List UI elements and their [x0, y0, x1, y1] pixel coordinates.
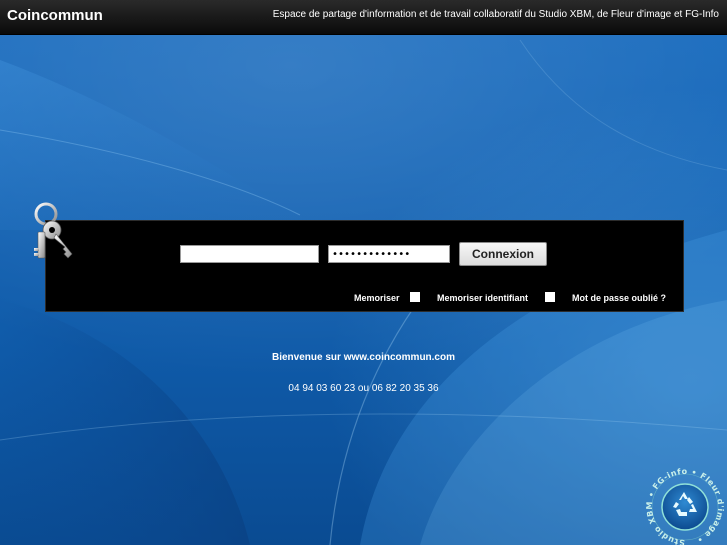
- phone-text: 04 94 03 60 23 ou 06 82 20 35 36: [288, 383, 439, 394]
- site-title[interactable]: Coincommun: [7, 7, 103, 24]
- remember-label: Memoriser: [354, 293, 400, 303]
- connexion-button[interactable]: Connexion: [459, 242, 547, 266]
- keys-icon: [34, 202, 73, 259]
- password-input[interactable]: [328, 245, 450, 263]
- remember-checkbox[interactable]: [410, 292, 420, 302]
- remember-id-label: Memoriser identifiant: [437, 293, 529, 303]
- remember-id-checkbox[interactable]: [545, 292, 555, 302]
- login-panel: Connexion Memoriser Memoriser identifian…: [45, 220, 684, 312]
- header-bar: Coincommun Espace de partage d'informati…: [0, 0, 727, 35]
- username-input[interactable]: [180, 245, 319, 263]
- site-tagline: Espace de partage d'information et de tr…: [272, 9, 719, 20]
- forgot-password-link[interactable]: Mot de passe oublié ?: [572, 293, 666, 303]
- studio-logo: Studio XBM • FG-info • Fleur d'image •: [646, 467, 724, 545]
- welcome-text: Bienvenue sur www.coincommun.com: [272, 352, 455, 363]
